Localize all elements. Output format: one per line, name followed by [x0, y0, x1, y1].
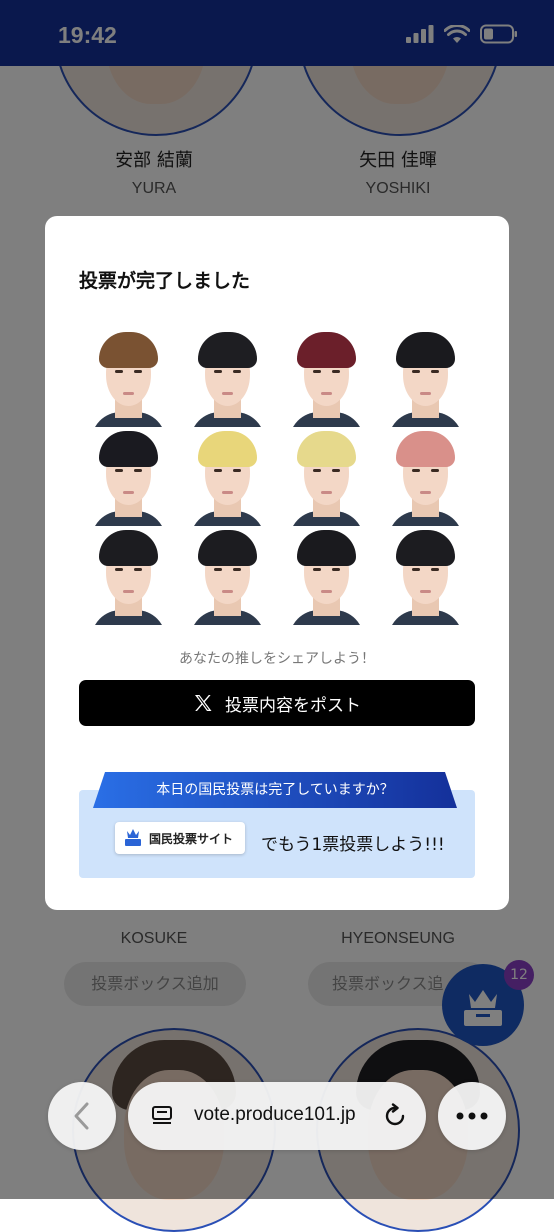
banner-heading-text: 本日の国民投票は完了していますか？	[156, 782, 394, 798]
post-to-x-button[interactable]: 投票内容をポスト	[79, 680, 475, 726]
member-portrait	[178, 526, 277, 625]
member-portrait	[178, 427, 277, 526]
address-bar[interactable]: vote.produce101.jp	[128, 1082, 426, 1150]
member-portrait	[277, 328, 376, 427]
more-dots-icon	[456, 1112, 488, 1120]
url-text: vote.produce101.jp	[194, 1104, 356, 1125]
member-portrait	[376, 427, 475, 526]
member-portrait	[79, 328, 178, 427]
member-portrait	[277, 427, 376, 526]
browser-toolbar: vote.produce101.jp	[0, 1070, 554, 1160]
x-logo-icon	[195, 695, 212, 711]
ballot-box-icon	[125, 829, 141, 846]
banner-cta-text: でもう1票投票しよう!!!	[261, 835, 445, 855]
chevron-left-icon	[74, 1102, 89, 1130]
voted-members-grid	[79, 328, 475, 625]
reload-icon[interactable]	[382, 1103, 408, 1129]
member-portrait	[79, 427, 178, 526]
member-portrait	[277, 526, 376, 625]
vote-complete-modal: 投票が完了しました あなたの推しをシェアしよう！ 投票内容をポスト 国民投票サイ…	[45, 216, 509, 910]
share-hint: あなたの推しをシェアしよう！	[179, 651, 375, 667]
modal-title: 投票が完了しました	[79, 270, 251, 292]
member-portrait	[376, 328, 475, 427]
more-options-button[interactable]	[438, 1082, 506, 1150]
member-portrait	[178, 328, 277, 427]
site-badge-label: 国民投票サイト	[149, 831, 234, 846]
banner-heading: 本日の国民投票は完了していますか？	[93, 772, 457, 808]
post-button-label: 投票内容をポスト	[225, 695, 361, 716]
member-portrait	[79, 526, 178, 625]
reader-icon	[152, 1106, 172, 1124]
back-button[interactable]	[48, 1082, 116, 1150]
national-vote-site-badge: 国民投票サイト	[115, 822, 245, 854]
member-portrait	[376, 526, 475, 625]
